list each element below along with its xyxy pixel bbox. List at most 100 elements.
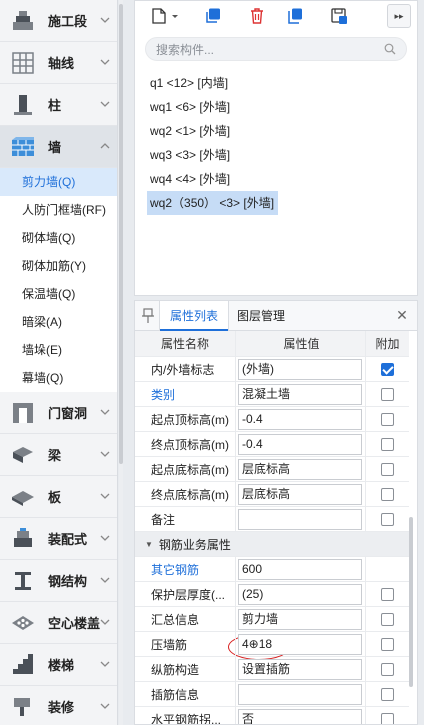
chevron-down-icon[interactable]: [99, 700, 111, 712]
component-list: q1 <12> [内墙] wq1 <6> [外墙] wq2 <1> [外墙] wq3 …: [147, 71, 407, 215]
category-label: 钢结构: [48, 574, 88, 589]
chevron-down-icon[interactable]: [99, 532, 111, 544]
attach-checkbox[interactable]: [381, 662, 394, 676]
component-item[interactable]: wq2（350） <3> [外墙]: [147, 191, 279, 215]
close-icon[interactable]: ✕: [395, 308, 409, 322]
property-value-input[interactable]: 600: [238, 558, 362, 580]
property-row: 起点顶标高(m) -0.4: [135, 407, 409, 432]
attach-checkbox[interactable]: [381, 512, 394, 526]
sidebar-category-hollow-floor[interactable]: 空心楼盖: [0, 602, 117, 644]
sidebar-subitem[interactable]: 剪力墙(Q): [0, 168, 117, 196]
property-value-input[interactable]: -0.4: [238, 433, 362, 455]
sidebar-category-slab[interactable]: 板: [0, 476, 117, 518]
property-scrollbar[interactable]: [409, 517, 413, 687]
sidebar-category-column[interactable]: 柱: [0, 84, 117, 126]
attach-checkbox[interactable]: [381, 362, 394, 376]
category-icon: [10, 568, 36, 594]
chevron-down-icon[interactable]: [99, 490, 111, 502]
category-label: 轴线: [48, 56, 75, 71]
sidebar-subitem[interactable]: 砌体加筋(Y): [0, 252, 117, 280]
component-item[interactable]: wq1 <6> [外墙]: [147, 95, 230, 119]
tab-layer-management[interactable]: 图层管理: [227, 301, 295, 331]
collapse-triangle-icon[interactable]: ▼: [145, 540, 153, 549]
sidebar-subitem[interactable]: 砌体墙(Q): [0, 224, 117, 252]
property-name: 起点顶标高(m): [151, 412, 229, 427]
toolbar-more-button[interactable]: ▸▸: [387, 4, 411, 28]
copy-button[interactable]: [201, 4, 225, 28]
property-row: 压墙筋 4⊕18: [135, 632, 409, 660]
sidebar-category-steel-structure[interactable]: 钢结构: [0, 560, 117, 602]
sidebar-category-construction-stage[interactable]: 施工段: [0, 0, 117, 42]
chevron-down-icon[interactable]: [99, 574, 111, 586]
attach-checkbox[interactable]: [381, 687, 394, 701]
sidebar-category-beam[interactable]: 梁: [0, 434, 117, 476]
chevron-down-icon[interactable]: [99, 406, 111, 418]
chevron-down-icon[interactable]: [99, 658, 111, 670]
sidebar-scrollbar[interactable]: [119, 0, 123, 725]
component-row: q1 <12> [内墙]: [147, 71, 407, 95]
sidebar-scroll-thumb[interactable]: [119, 4, 123, 464]
sidebar-subitem[interactable]: 保温墙(Q): [0, 280, 117, 308]
chevron-down-icon[interactable]: [99, 98, 111, 110]
attach-checkbox[interactable]: [381, 587, 394, 601]
property-value-input[interactable]: 剪力墙: [238, 608, 362, 630]
sidebar-category-wall[interactable]: 墙: [0, 126, 117, 168]
chevron-down-icon[interactable]: [99, 616, 111, 628]
sidebar-category-decoration[interactable]: 装修: [0, 686, 117, 725]
pin-icon[interactable]: [141, 308, 155, 324]
property-value-input[interactable]: 否: [238, 708, 362, 724]
sidebar-category-prefab[interactable]: 装配式: [0, 518, 117, 560]
property-value-input[interactable]: 4⊕18: [238, 633, 362, 655]
chevron-down-icon[interactable]: [99, 56, 111, 68]
sidebar-subitem[interactable]: 人防门框墙(RF): [0, 196, 117, 224]
attach-checkbox[interactable]: [381, 712, 394, 724]
layer-copy-button[interactable]: [283, 4, 307, 28]
property-name[interactable]: 类别: [135, 382, 235, 406]
component-item[interactable]: wq2 <1> [外墙]: [147, 119, 230, 143]
property-name: 水平钢筋拐...: [151, 712, 222, 725]
category-icon: [10, 8, 36, 34]
app-root: 施工段轴线柱墙剪力墙(Q) 人防门框墙(RF) 砌体墙(Q) 砌体加筋(Y) 保温墙(Q…: [0, 0, 424, 725]
property-value-input[interactable]: [238, 683, 362, 705]
property-name[interactable]: 其它钢筋: [135, 557, 235, 581]
save-template-button[interactable]: [327, 4, 351, 28]
new-component-button[interactable]: [145, 4, 183, 28]
property-value-input[interactable]: (外墙): [238, 358, 362, 380]
attach-checkbox[interactable]: [381, 637, 394, 651]
component-item[interactable]: wq4 <4> [外墙]: [147, 167, 230, 191]
property-value-input[interactable]: [238, 508, 362, 530]
property-row: 终点顶标高(m) -0.4: [135, 432, 409, 457]
sidebar-subitem[interactable]: 暗梁(A): [0, 308, 117, 336]
sidebar-subitem[interactable]: 墙垛(E): [0, 336, 117, 364]
attach-checkbox[interactable]: [381, 487, 394, 501]
sidebar-category-stair[interactable]: 楼梯: [0, 644, 117, 686]
property-value-input[interactable]: 层底标高: [238, 458, 362, 480]
attach-cell: [365, 432, 409, 456]
chevron-down-icon[interactable]: [99, 14, 111, 26]
chevron-up-icon[interactable]: [99, 140, 111, 152]
attach-checkbox[interactable]: [381, 612, 394, 626]
property-value-input[interactable]: -0.4: [238, 408, 362, 430]
attach-checkbox[interactable]: [381, 387, 394, 401]
sidebar-category-door-window[interactable]: 门窗洞: [0, 392, 117, 434]
component-item[interactable]: wq3 <3> [外墙]: [147, 143, 230, 167]
sidebar-category-grid-axis[interactable]: 轴线: [0, 42, 117, 84]
category-icon: [10, 134, 36, 160]
property-value-input[interactable]: (25): [238, 583, 362, 605]
delete-button[interactable]: [245, 4, 269, 28]
property-value-input[interactable]: 混凝土墙: [238, 383, 362, 405]
search-input[interactable]: [156, 42, 376, 58]
property-group-header[interactable]: ▼ 钢筋业务属性: [135, 532, 409, 557]
property-name: 插筋信息: [151, 687, 200, 702]
property-value-input[interactable]: 设置插筋: [238, 658, 362, 680]
sidebar-subitem[interactable]: 幕墙(Q): [0, 364, 117, 392]
chevron-down-icon[interactable]: [99, 448, 111, 460]
component-item[interactable]: q1 <12> [内墙]: [147, 71, 228, 95]
property-value-input[interactable]: 层底标高: [238, 483, 362, 505]
attach-checkbox[interactable]: [381, 412, 394, 426]
attach-checkbox[interactable]: [381, 437, 394, 451]
search-icon[interactable]: [384, 43, 396, 55]
tab-property-list[interactable]: 属性列表: [159, 301, 230, 332]
attach-checkbox[interactable]: [381, 462, 394, 476]
property-row: 备注: [135, 507, 409, 532]
